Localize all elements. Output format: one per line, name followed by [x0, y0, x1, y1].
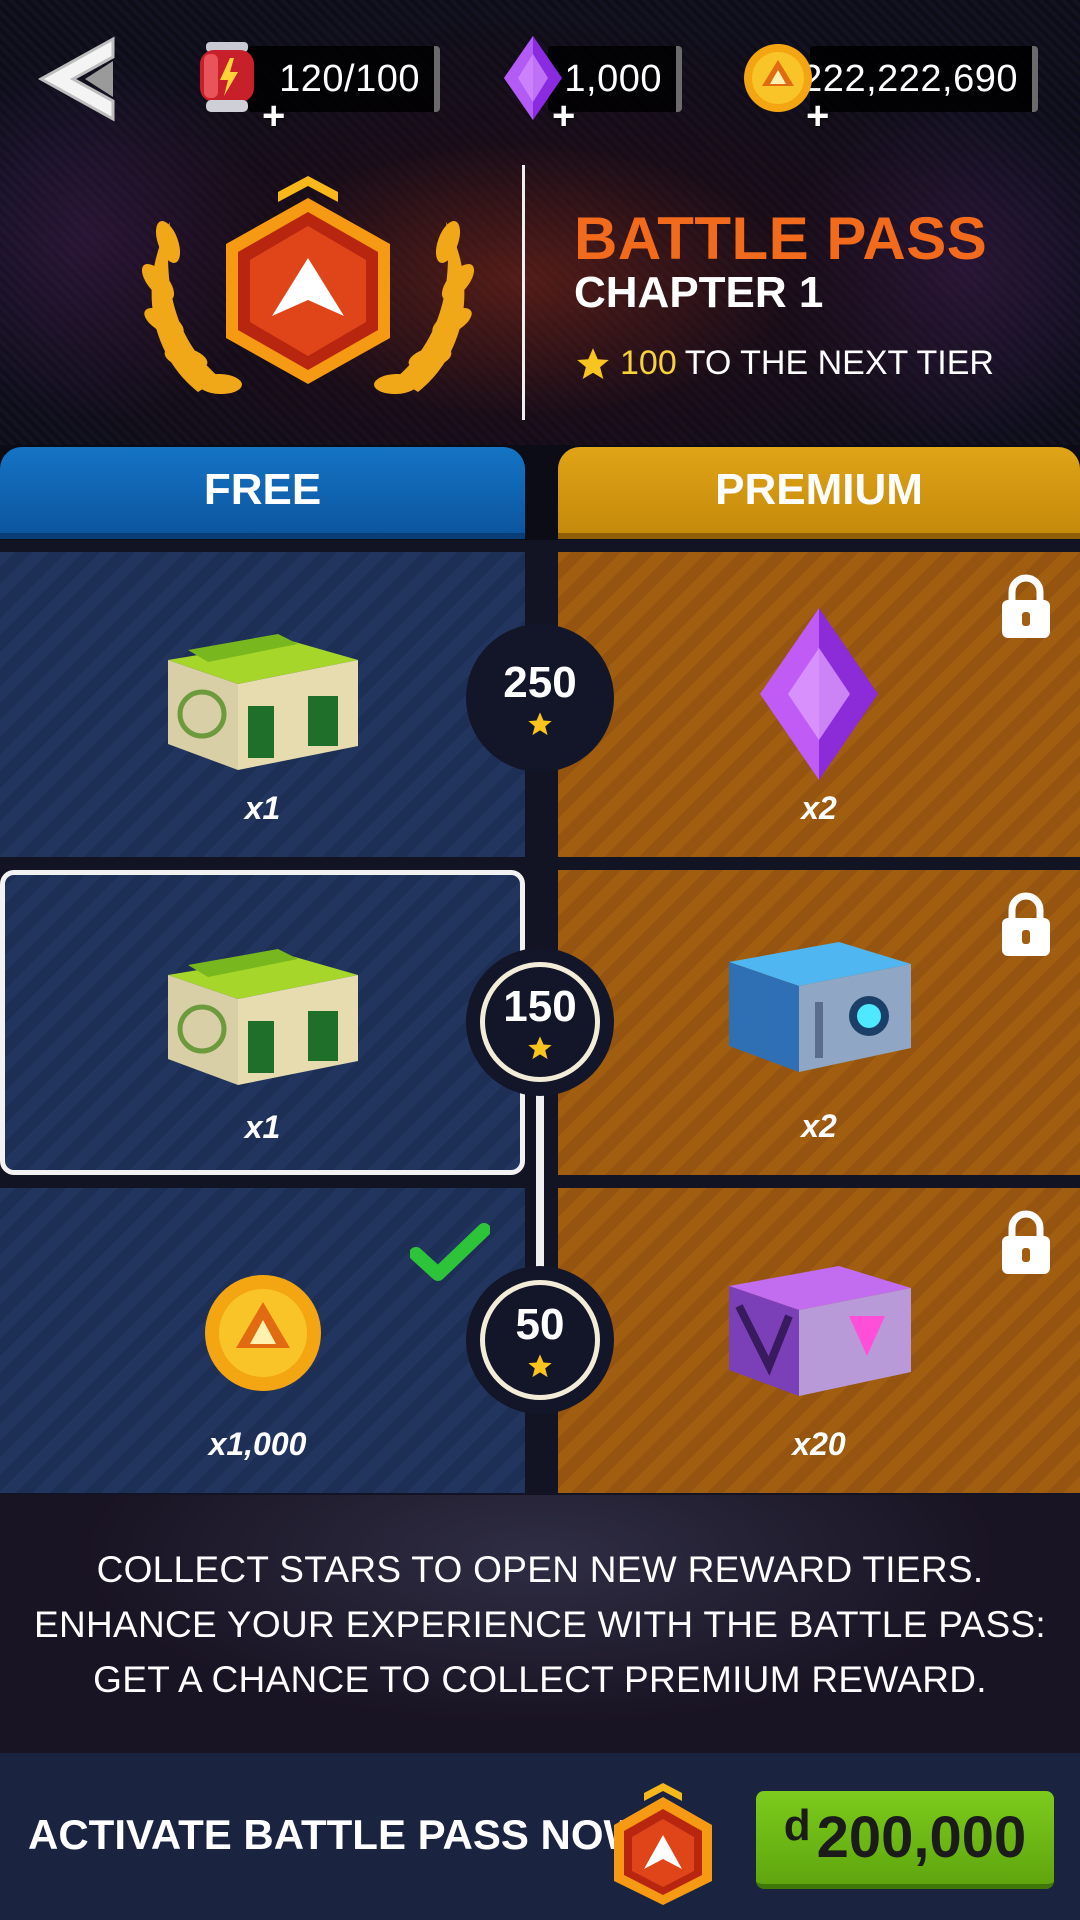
premium-reward-tier-50[interactable]: x20	[558, 1188, 1080, 1493]
free-reward-tier-250[interactable]: x1	[0, 552, 525, 857]
gold-coin-icon	[204, 1275, 321, 1391]
spacer	[606, 1753, 607, 1754]
activate-battle-pass-label: ACTIVATE BATTLE PASS NOW	[28, 1811, 644, 1858]
battle-pass-badge-icon	[614, 1783, 712, 1905]
free-reward-qty: x1,000	[208, 1426, 307, 1462]
free-reward-tier-150[interactable]: x1	[0, 870, 525, 1175]
star-icon	[528, 1036, 552, 1060]
lock-icon	[1002, 574, 1050, 638]
header-divider	[522, 165, 525, 420]
battle-pass-emblem-icon	[141, 176, 475, 395]
tier-node-150: 150	[466, 948, 614, 1096]
green-crate-icon	[167, 949, 358, 1085]
next-tier-progress: 100 TO THE NEXT TIER	[574, 344, 994, 383]
free-reward-tier-50[interactable]: x1,000	[0, 1188, 525, 1493]
coins-value: 222,222,690	[801, 57, 1018, 100]
battle-pass-title: BATTLE PASS	[574, 205, 988, 272]
premium-reward-qty: x2	[801, 1108, 837, 1144]
tier-stars-value: 50	[515, 1300, 565, 1349]
info-line-2: ENHANCE YOUR EXPERIENCE WITH THE BATTLE …	[33, 1603, 1046, 1645]
tab-free-label: FREE	[203, 465, 322, 514]
purple-gem-icon	[760, 608, 878, 780]
back-arrow-icon	[37, 36, 115, 122]
premium-reward-tier-250[interactable]: x2	[558, 552, 1080, 857]
coin-icon	[744, 44, 812, 112]
star-icon	[528, 712, 552, 736]
coins-counter: 222,222,690	[801, 46, 1038, 112]
gems-value: 1,000	[564, 57, 662, 100]
lock-icon	[1002, 1210, 1050, 1274]
energy-value: 120/100	[279, 57, 420, 100]
buy-battle-pass-button[interactable]: d 200,000	[756, 1791, 1054, 1889]
lock-icon	[1002, 892, 1050, 956]
battle-pass-info: COLLECT STARS TO OPEN NEW REWARD TIERS. …	[0, 1495, 1080, 1753]
premium-reward-qty: x2	[801, 790, 837, 826]
premium-reward-tier-150[interactable]: x2	[558, 870, 1080, 1175]
currency-symbol: d	[783, 1800, 811, 1850]
header: 120/100 + 1,000 + 222,222,690 + BATTLE P…	[0, 0, 1080, 445]
gems-add-button[interactable]: +	[552, 96, 575, 136]
next-tier-value: 100	[620, 344, 677, 382]
tier-node-50: 50	[466, 1266, 614, 1414]
next-tier-label: TO THE NEXT TIER	[684, 344, 994, 382]
footer: ACTIVATE BATTLE PASS NOW d 200,000	[0, 1753, 1080, 1920]
info-line-3: GET A CHANCE TO COLLECT PREMIUM REWARD.	[93, 1658, 987, 1700]
green-crate-icon	[167, 634, 358, 770]
premium-reward-qty: x20	[792, 1426, 846, 1462]
tab-free[interactable]: FREE	[0, 447, 525, 539]
free-reward-qty: x1	[244, 1109, 281, 1145]
star-icon	[528, 1354, 552, 1378]
tab-premium-label: PREMIUM	[715, 465, 923, 514]
energy-add-button[interactable]: +	[262, 96, 285, 136]
blue-crate-icon	[729, 942, 911, 1072]
checkmark-icon	[410, 1223, 490, 1281]
back-button[interactable]	[22, 26, 132, 136]
tier-stars-value: 250	[503, 658, 577, 707]
star-icon	[577, 347, 609, 379]
tab-premium[interactable]: PREMIUM	[558, 447, 1080, 539]
energy-canister-icon	[200, 42, 254, 112]
battle-pass-chapter: CHAPTER 1	[574, 268, 824, 317]
coins-add-button[interactable]: +	[806, 96, 829, 136]
tier-node-250: 250	[466, 624, 614, 772]
info-line-1: COLLECT STARS TO OPEN NEW REWARD TIERS.	[96, 1548, 984, 1590]
tier-stars-value: 150	[503, 982, 577, 1031]
free-reward-qty: x1	[244, 790, 281, 826]
price-value: 200,000	[816, 1805, 1027, 1870]
purple-crate-icon	[729, 1266, 911, 1396]
